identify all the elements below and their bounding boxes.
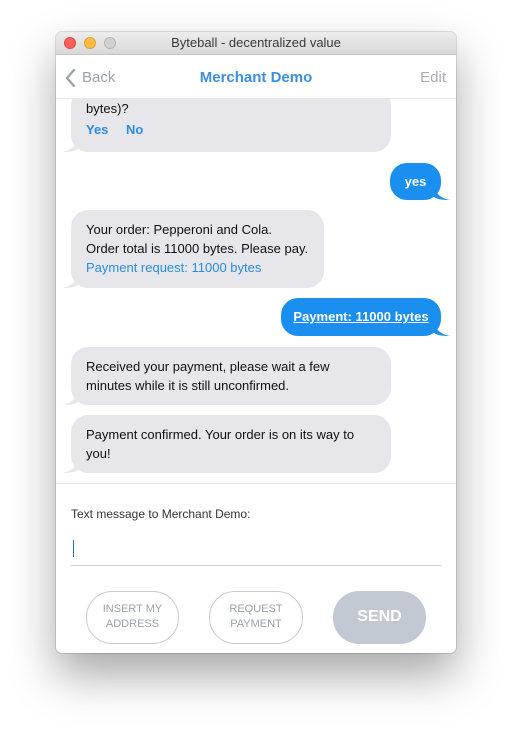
button-label: PAYMENT [230,618,282,630]
bubble-tail-icon [434,186,450,200]
insert-my-address-button[interactable]: INSERT MY ADDRESS [86,591,179,644]
message-text: Order total is 11000 bytes. Please pay. [86,241,309,256]
send-button[interactable]: SEND [333,591,426,644]
bubble-tail-icon [62,138,78,152]
request-payment-button[interactable]: REQUEST PAYMENT [209,591,303,644]
composer-divider [56,483,456,484]
message-text: bytes)? [86,101,129,116]
button-label: ADDRESS [105,618,160,630]
yes-link[interactable]: Yes [86,122,108,137]
outgoing-message: yes [390,163,450,200]
incoming-message: Payment confirmed. Your order is on its … [62,415,391,473]
incoming-message: Your order: Pepperoni and Cola. Order to… [62,210,324,288]
send-label: SEND [357,608,402,625]
edit-button[interactable]: Edit [420,69,446,86]
title-bar: Byteball - decentralized value [56,32,456,55]
bubble-tail-icon [434,322,450,336]
message-text: Your order: Pepperoni and Cola. [86,222,272,237]
app-window: Byteball - decentralized value Back Merc… [56,32,456,653]
message-list[interactable]: bytes)? Yes No yes Your order: Pepperoni… [56,99,456,483]
nav-bar: Back Merchant Demo Edit [56,55,456,99]
message-input[interactable] [71,535,441,566]
payment-link[interactable]: Payment: 11000 bytes [293,309,428,324]
button-label: INSERT MY [102,603,163,615]
outgoing-message: Payment: 11000 bytes [281,298,450,336]
message-text: yes [404,174,427,189]
incoming-message: Received your payment, please wait a few… [62,347,391,405]
text-caret [73,540,74,557]
message-text: Received your payment, please wait a few [86,359,330,374]
message-input-label: Text message to Merchant Demo: [71,507,251,521]
chat-title: Merchant Demo [199,69,313,86]
no-link[interactable]: No [126,122,143,137]
incoming-message: bytes)? Yes No [62,99,391,152]
bubble-tail-icon [62,459,78,473]
payment-request-link[interactable]: Payment request: 11000 bytes [86,258,309,277]
message-text: minutes while it is still unconfirmed. [86,378,290,393]
bubble-tail-icon [62,274,78,288]
button-label: REQUEST [229,603,283,615]
message-text: you! [86,446,111,461]
window-title: Byteball - decentralized value [171,35,341,50]
message-text: Payment confirmed. Your order is on its … [86,427,355,442]
bubble-tail-icon [62,391,78,405]
